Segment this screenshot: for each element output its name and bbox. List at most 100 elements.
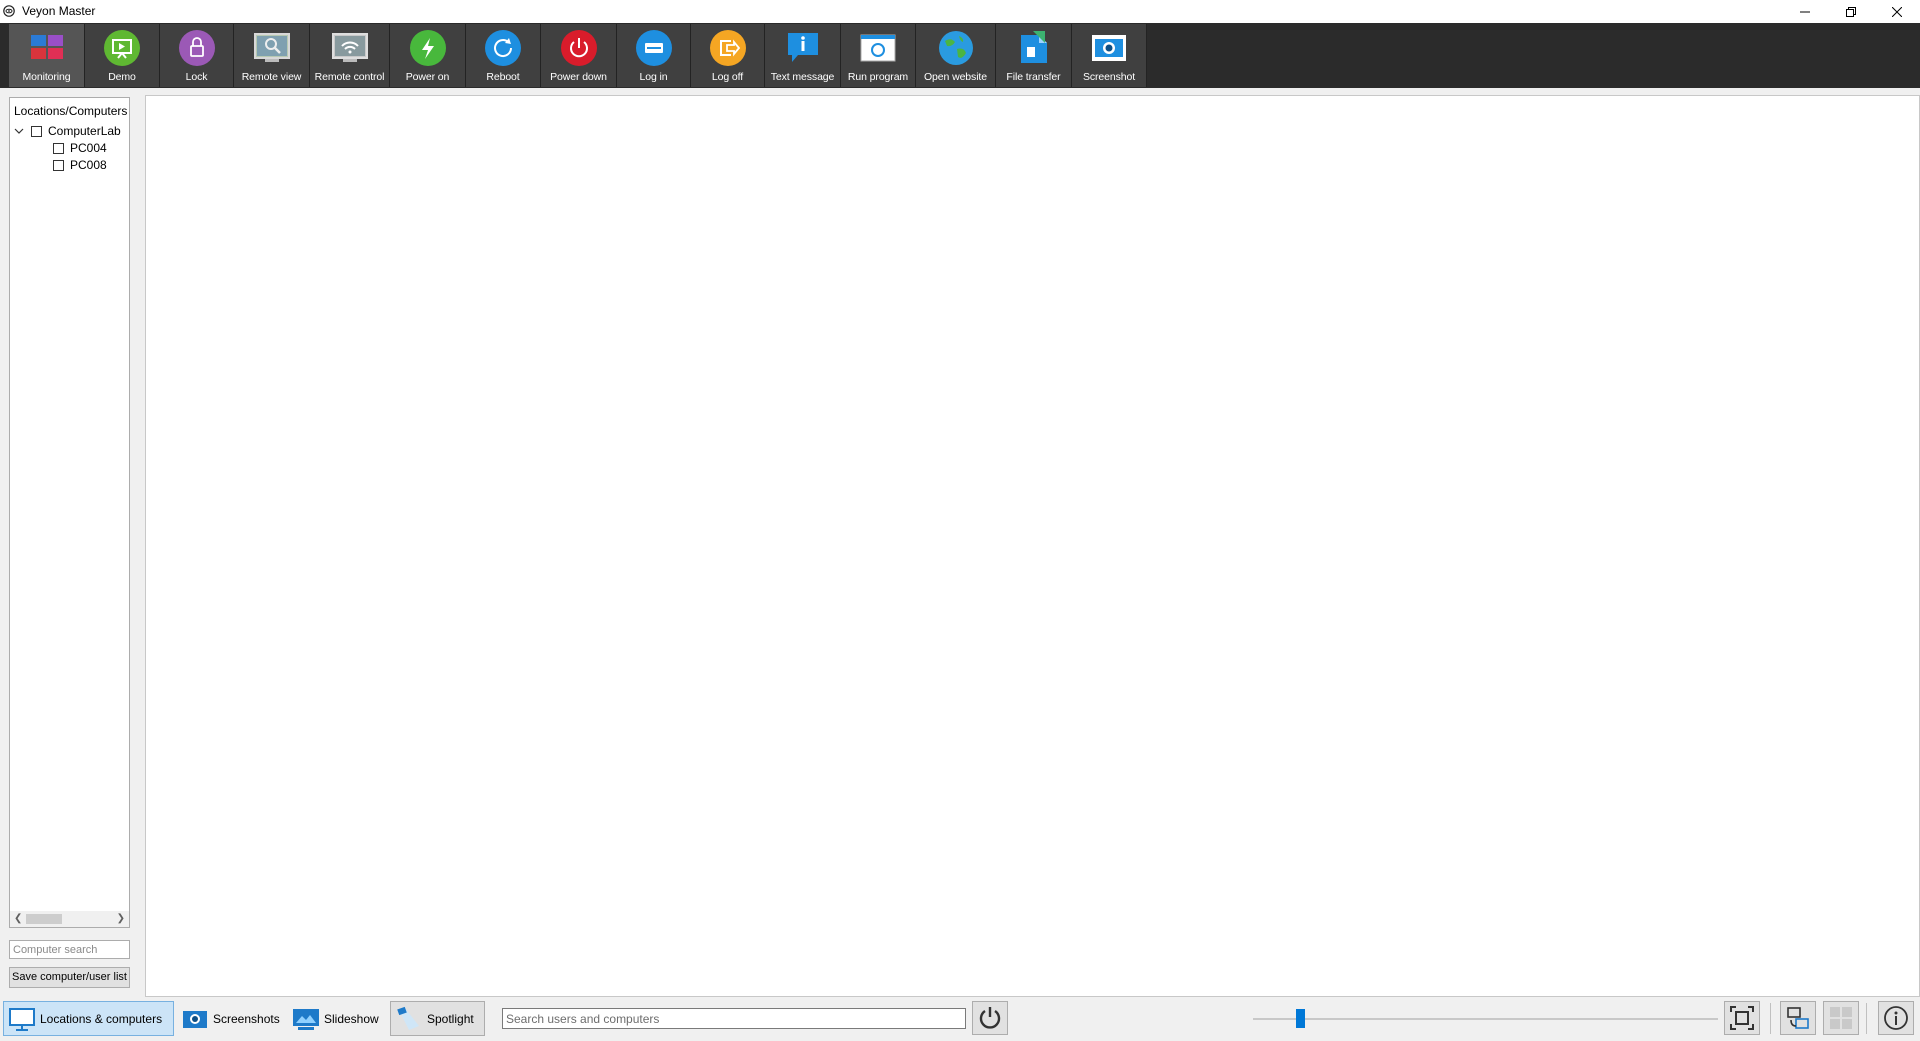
pc004-checkbox[interactable] <box>53 142 64 154</box>
bottom-button-label: Locations & computers <box>40 1011 163 1026</box>
demo-button[interactable]: Demo <box>85 24 160 87</box>
open-website-button[interactable]: Open website <box>916 24 996 87</box>
text-message-icon <box>787 33 818 62</box>
toolbar-label: Reboot <box>486 71 520 83</box>
file-transfer-icon <box>1020 31 1047 63</box>
title-bar: Veyon Master <box>0 0 1920 23</box>
about-button[interactable] <box>1878 1001 1914 1035</box>
log-off-icon <box>709 30 746 66</box>
bottom-button-label: Screenshots <box>213 1011 280 1026</box>
arrange-icon <box>1787 1007 1809 1029</box>
info-icon <box>1884 1006 1908 1030</box>
computerlab-checkbox[interactable] <box>31 125 42 137</box>
horizontal-scrollbar[interactable]: ❮ ❯ <box>10 911 129 927</box>
minimize-button[interactable] <box>1782 0 1828 23</box>
power-icon <box>979 1007 1001 1029</box>
toolbar-label: Lock <box>185 71 208 83</box>
toolbar-label: Run program <box>847 71 909 83</box>
chevron-down-icon[interactable] <box>14 127 24 135</box>
toolbar-label: Log in <box>639 71 668 83</box>
log-in-icon <box>635 30 672 66</box>
computer-search-input[interactable] <box>9 940 130 959</box>
toolbar-label: Monitoring <box>22 71 71 83</box>
power-on-icon <box>409 30 446 66</box>
log-in-button[interactable]: Log in <box>617 24 691 87</box>
tree-item-pc008[interactable]: PC008 <box>53 158 107 172</box>
tree-item-label: PC008 <box>70 158 107 172</box>
window-title: Veyon Master <box>22 4 96 18</box>
camera-icon <box>183 1010 207 1028</box>
pc008-checkbox[interactable] <box>53 159 64 171</box>
screenshots-button[interactable]: Screenshots <box>176 1001 284 1036</box>
power-down-icon <box>560 30 597 66</box>
restore-button[interactable] <box>1828 0 1874 23</box>
tree-item-label: PC004 <box>70 141 107 155</box>
zoom-slider-handle[interactable] <box>1295 1009 1305 1028</box>
zoom-slider-track[interactable] <box>1253 1018 1718 1020</box>
power-down-button[interactable]: Power down <box>541 24 617 87</box>
toolbar-label: Power on <box>405 71 450 83</box>
search-users-computers-input[interactable] <box>502 1008 966 1029</box>
tree-item-computerlab[interactable]: ComputerLab <box>14 124 121 138</box>
screenshot-icon <box>1092 35 1126 61</box>
close-button[interactable] <box>1874 0 1920 23</box>
save-computer-user-list-button[interactable]: Save computer/user list <box>9 967 130 988</box>
toolbar-label: Remote view <box>241 71 302 83</box>
demo-icon <box>104 30 140 66</box>
spotlight-button[interactable]: Spotlight <box>390 1001 485 1036</box>
monitor-icon <box>9 1007 35 1031</box>
lock-icon <box>178 30 215 66</box>
remote-view-button[interactable]: Remote view <box>234 24 310 87</box>
file-transfer-button[interactable]: File transfer <box>996 24 1072 87</box>
toolbar-label: Open website <box>923 71 987 83</box>
toolbar-label: Log off <box>711 71 744 83</box>
veyon-logo-icon <box>3 5 15 17</box>
restore-icon <box>1846 6 1856 17</box>
reboot-icon <box>485 30 521 66</box>
log-off-button[interactable]: Log off <box>691 24 765 87</box>
use-custom-arrangement-button[interactable] <box>1780 1001 1816 1035</box>
power-toggle-button[interactable] <box>972 1001 1008 1035</box>
remote-control-button[interactable]: Remote control <box>310 24 390 87</box>
reboot-button[interactable]: Reboot <box>466 24 541 87</box>
minimize-icon <box>1800 11 1810 12</box>
bottom-button-label: Spotlight <box>427 1011 474 1026</box>
grid-icon <box>1830 1007 1852 1029</box>
locations-panel: Locations/Computers ComputerLab PC004 PC… <box>9 97 130 928</box>
spotlight-icon <box>397 1006 419 1030</box>
locations-header: Locations/Computers <box>14 104 128 118</box>
toolbar-label: Screenshot <box>1082 71 1136 83</box>
open-website-icon <box>938 31 973 65</box>
separator <box>1866 1003 1867 1034</box>
run-program-button[interactable]: Run program <box>841 24 916 87</box>
locations-computers-button[interactable]: Locations & computers <box>3 1001 174 1036</box>
computer-monitoring-area[interactable] <box>145 95 1920 997</box>
run-program-icon <box>860 34 896 62</box>
toolbar-label: Power down <box>550 71 607 83</box>
monitoring-icon <box>30 35 63 59</box>
tree-item-label: ComputerLab <box>48 124 121 138</box>
feature-toolbar: Monitoring Demo Lock Remote view Remote … <box>0 23 1920 88</box>
power-on-button[interactable]: Power on <box>390 24 466 87</box>
toolbar-label: File transfer <box>1006 71 1061 83</box>
scrollbar-thumb[interactable] <box>26 914 62 924</box>
auto-fit-button[interactable] <box>1724 1001 1760 1035</box>
toolbar-label: Demo <box>108 71 136 83</box>
remote-control-icon <box>331 33 368 62</box>
tree-item-pc004[interactable]: PC004 <box>53 141 107 155</box>
toolbar-label: Text message <box>770 71 835 83</box>
screenshot-button[interactable]: Screenshot <box>1072 24 1147 87</box>
slideshow-icon <box>293 1008 319 1030</box>
monitoring-button[interactable]: Monitoring <box>9 24 85 87</box>
separator <box>1770 1003 1771 1034</box>
text-message-button[interactable]: Text message <box>765 24 841 87</box>
lock-button[interactable]: Lock <box>160 24 234 87</box>
toolbar-label: Remote control <box>314 71 385 83</box>
scroll-left-icon[interactable]: ❮ <box>14 913 22 924</box>
scroll-right-icon[interactable]: ❯ <box>117 913 125 924</box>
bottom-button-label: Slideshow <box>324 1011 379 1026</box>
close-icon <box>1892 6 1902 17</box>
remote-view-icon <box>253 33 290 62</box>
grid-layout-button[interactable] <box>1823 1001 1859 1035</box>
slideshow-button[interactable]: Slideshow <box>287 1001 387 1036</box>
